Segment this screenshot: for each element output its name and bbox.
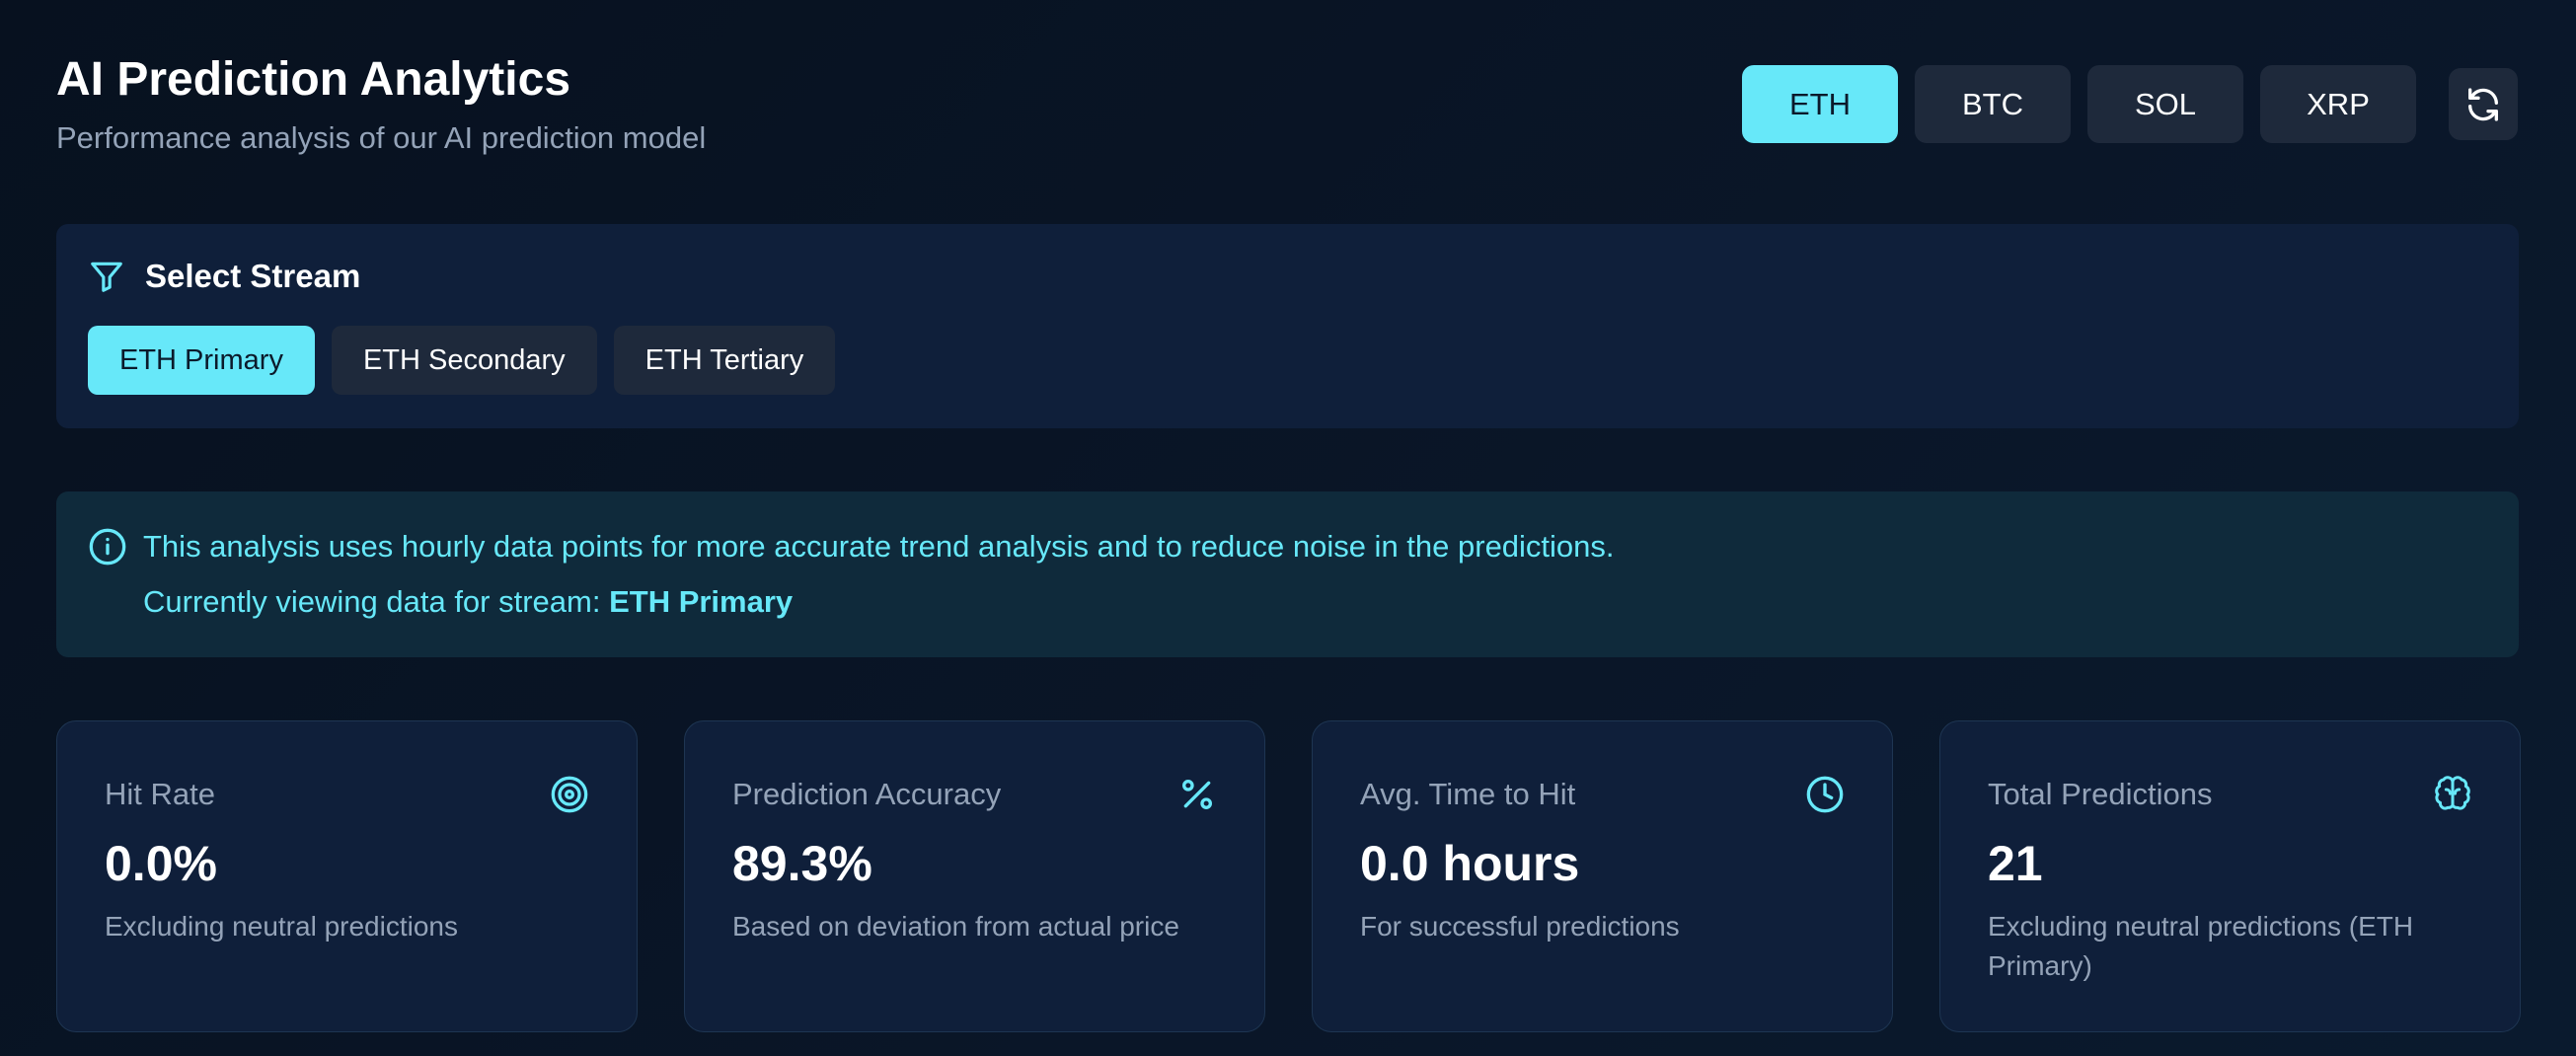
page-header: AI Prediction Analytics Performance anal…	[56, 47, 706, 158]
info-stream-prefix: Currently viewing data for stream:	[143, 584, 610, 619]
stream-tab-eth-tertiary[interactable]: ETH Tertiary	[613, 326, 836, 395]
stat-card-title: Prediction Accuracy	[732, 777, 1002, 811]
stat-card-avg-time-to-hit: Avg. Time to Hit 0.0 hours For successfu…	[1312, 720, 1893, 1032]
stat-card-value: 0.0%	[105, 836, 217, 891]
info-current-stream: Currently viewing data for stream: ETH P…	[143, 582, 793, 622]
page-subtitle: Performance analysis of our AI predictio…	[56, 120, 707, 155]
refresh-button[interactable]	[2449, 68, 2518, 140]
stat-card-prediction-accuracy: Prediction Accuracy 89.3% Based on devia…	[684, 720, 1265, 1032]
info-message: This analysis uses hourly data points fo…	[143, 529, 1615, 564]
stream-heading-label: Select Stream	[145, 258, 361, 294]
stream-tab-eth-secondary[interactable]: ETH Secondary	[331, 326, 597, 395]
stat-card-description: Based on deviation from actual price	[732, 911, 1179, 942]
stream-selector-panel: Select Stream ETH Primary ETH Secondary …	[56, 224, 2519, 428]
stat-cards: Hit Rate 0.0% Excluding neutral predicti…	[56, 720, 2521, 1032]
stat-card-description: Excluding neutral predictions (ETH Prima…	[1988, 911, 2414, 981]
stream-heading: Select Stream	[88, 258, 360, 295]
asset-tab-eth[interactable]: ETH	[1742, 65, 1898, 143]
asset-tabs: ETH BTC SOL XRP	[1725, 65, 2518, 143]
stat-card-value: 0.0 hours	[1360, 836, 1580, 891]
stat-card-title: Hit Rate	[105, 777, 215, 811]
stat-card-value: 89.3%	[732, 836, 872, 891]
clock-icon	[1806, 776, 1844, 813]
page-title: AI Prediction Analytics	[56, 53, 571, 106]
asset-tab-btc[interactable]: BTC	[1915, 65, 2071, 143]
stat-card-description: Excluding neutral predictions	[105, 911, 458, 942]
stat-card-description: For successful predictions	[1360, 911, 1680, 942]
stat-card-title: Total Predictions	[1988, 777, 2213, 811]
info-icon	[89, 528, 126, 566]
stat-card-title: Avg. Time to Hit	[1360, 777, 1576, 811]
brain-icon	[2435, 776, 2470, 810]
stat-card-total-predictions: Total Predictions 21 Excluding neutral p…	[1939, 720, 2521, 1032]
refresh-icon	[2468, 87, 2498, 121]
stream-tab-eth-primary[interactable]: ETH Primary	[88, 326, 315, 395]
asset-tab-xrp[interactable]: XRP	[2260, 65, 2416, 143]
filter-icon	[91, 262, 122, 292]
info-banner: This analysis uses hourly data points fo…	[56, 491, 2519, 657]
stat-card-hit-rate: Hit Rate 0.0% Excluding neutral predicti…	[56, 720, 638, 1032]
percent-icon	[1182, 780, 1212, 809]
stat-card-value: 21	[1988, 836, 2043, 891]
target-icon	[551, 776, 588, 813]
info-stream-name: ETH Primary	[609, 584, 794, 619]
asset-tab-sol[interactable]: SOL	[2087, 65, 2243, 143]
stream-tabs: ETH Primary ETH Secondary ETH Tertiary	[88, 326, 852, 395]
